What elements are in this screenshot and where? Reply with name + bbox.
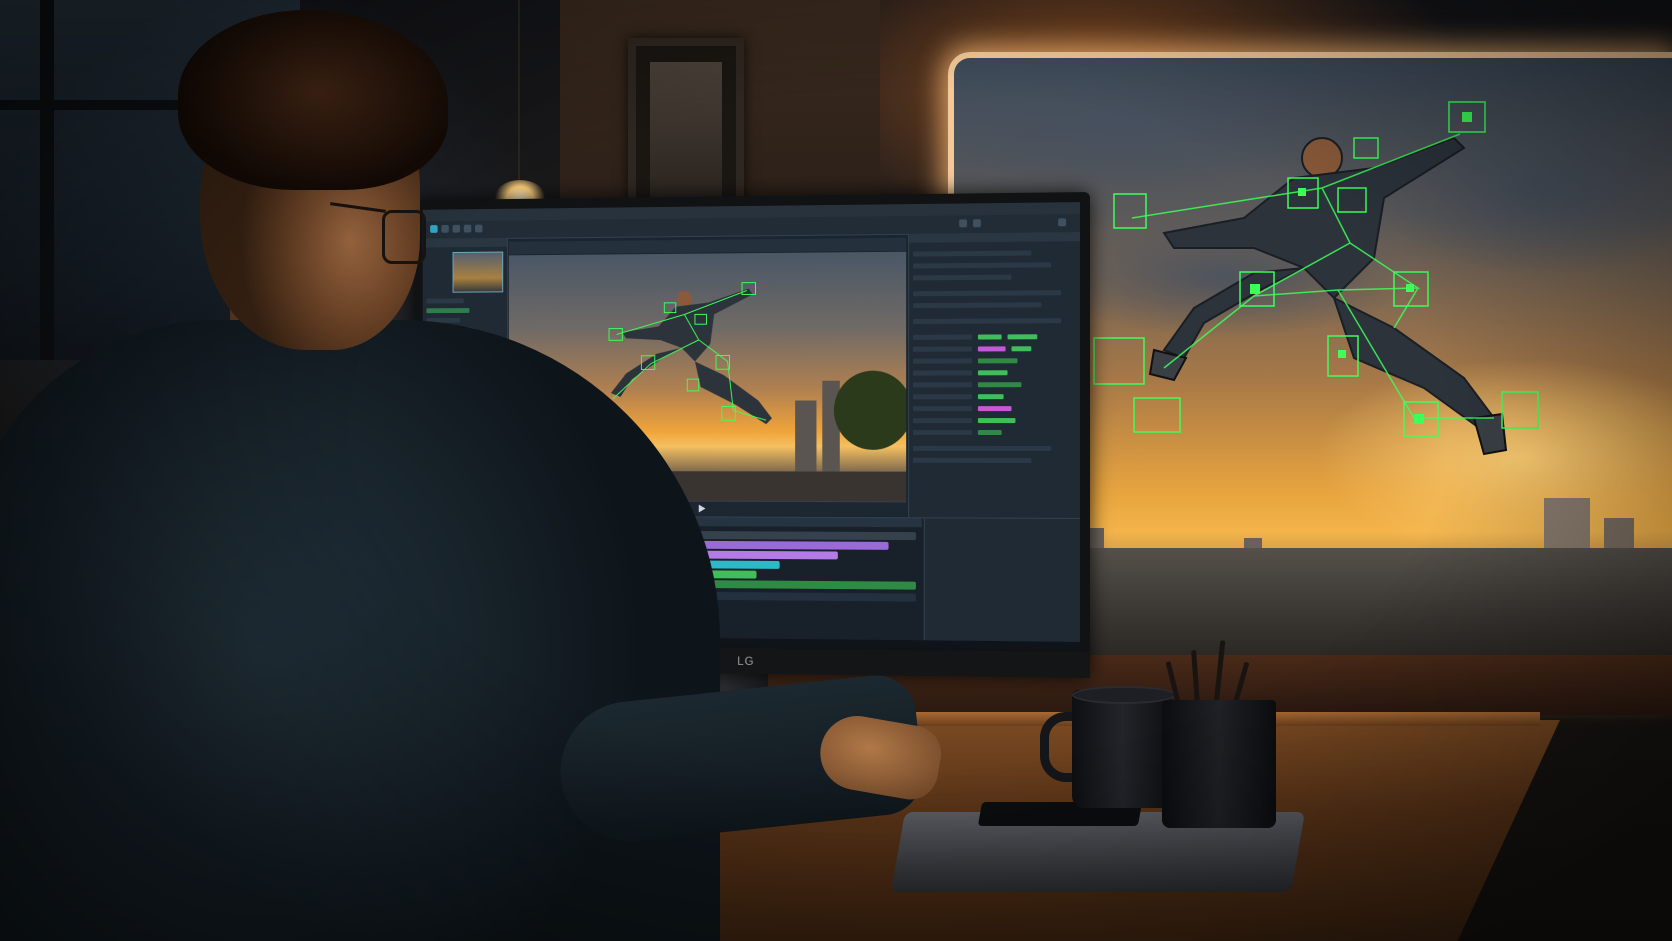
effects-panel: [924, 518, 1080, 650]
inspector-panel: [908, 232, 1080, 518]
play-icon[interactable]: [699, 505, 706, 513]
share-icon[interactable]: [973, 219, 981, 227]
inspector-header: [909, 232, 1080, 243]
settings-icon[interactable]: [1058, 218, 1066, 226]
track-tool-icon[interactable]: [453, 225, 460, 233]
coffee-mug: [1072, 690, 1172, 808]
mask-tool-icon[interactable]: [464, 225, 471, 233]
export-icon[interactable]: [959, 219, 967, 227]
clip-thumbnail[interactable]: [453, 252, 504, 293]
move-tool-icon[interactable]: [441, 225, 448, 233]
person-shirt: [0, 320, 720, 941]
mug-rim: [1072, 686, 1176, 704]
lamp-cord: [518, 0, 520, 180]
media-browser-header: [423, 238, 507, 248]
monitor-brand-logo: LG: [737, 654, 754, 668]
eyeglasses: [382, 210, 426, 264]
pencil-cup: [1162, 700, 1276, 828]
wall-picture-frame: [628, 38, 744, 222]
text-tool-icon[interactable]: [475, 225, 483, 233]
select-tool-icon[interactable]: [430, 225, 437, 233]
photo-scene: LG: [0, 0, 1672, 941]
